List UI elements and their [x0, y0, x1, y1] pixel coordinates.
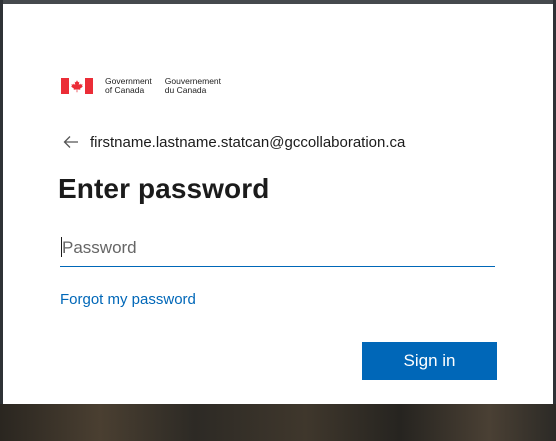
page-title: Enter password	[58, 173, 270, 204]
identity-banner: firstname.lastname.statcan@gccollaborati…	[63, 132, 405, 152]
account-email: firstname.lastname.statcan@gccollaborati…	[90, 133, 406, 151]
sign-in-button[interactable]: Sign in	[362, 342, 497, 380]
password-field	[60, 230, 495, 267]
logo-text-en-line2: of Canada	[105, 85, 145, 95]
forgot-password-link[interactable]: Forgot my password	[60, 291, 196, 308]
logo-text-english: Government of Canada	[105, 77, 152, 95]
text-caret	[61, 237, 62, 257]
canada-flag-icon	[61, 78, 93, 94]
logo-text-french: Gouvernement du Canada	[165, 77, 221, 95]
background-image-strip	[0, 404, 556, 441]
password-input[interactable]	[60, 230, 495, 266]
government-of-canada-logo: Government of Canada Gouvernement du Can…	[61, 76, 221, 96]
sign-in-card: Government of Canada Gouvernement du Can…	[3, 4, 553, 404]
back-arrow-icon[interactable]	[63, 134, 79, 150]
logo-text-fr-line2: du Canada	[164, 85, 207, 95]
